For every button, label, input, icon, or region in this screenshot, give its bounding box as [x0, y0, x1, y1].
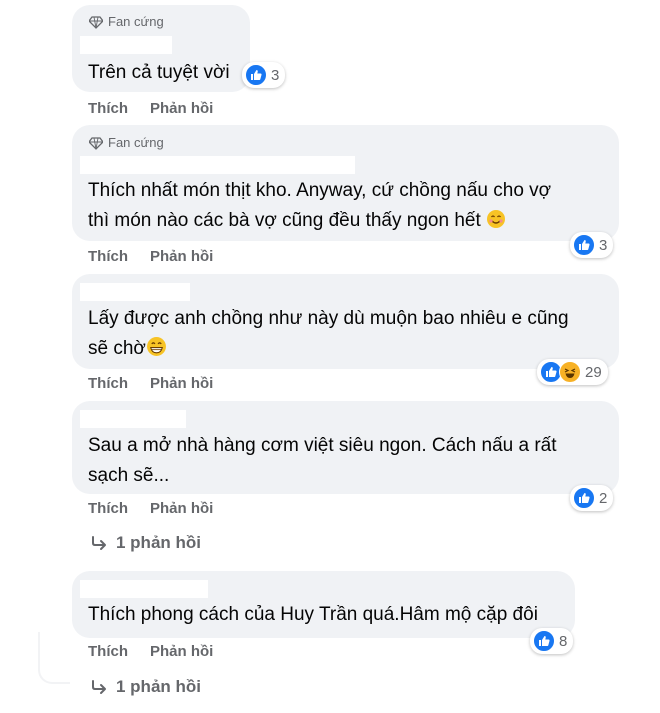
reaction-summary-4[interactable]: 2	[570, 485, 614, 511]
like-button[interactable]: Thích	[88, 100, 128, 117]
comment-text-2-line-2-content: thì món nào các bà vợ cũng đều thấy ngon…	[88, 210, 481, 231]
badge-label: Fan cứng	[108, 135, 164, 150]
reply-button[interactable]: Phản hồi	[150, 100, 213, 117]
replies-count: 1 phản hồi	[116, 677, 201, 696]
thread-connector	[38, 632, 70, 684]
reaction-count: 3	[271, 66, 280, 84]
reply-button[interactable]: Phản hồi	[150, 500, 213, 517]
like-button[interactable]: Thích	[88, 248, 128, 265]
reaction-count: 2	[599, 489, 608, 507]
comment-actions-3: Thích Phản hồi	[88, 375, 213, 392]
comment-text-4-line-2: sạch sẽ...	[88, 465, 170, 486]
reaction-summary-3[interactable]: 29	[537, 359, 608, 385]
comment-actions-5: Thích Phản hồi	[88, 643, 213, 660]
like-button[interactable]: Thích	[88, 643, 128, 660]
view-replies-link-4[interactable]: 1 phản hồi	[90, 533, 201, 553]
reaction-summary-2[interactable]: 3	[570, 232, 614, 258]
reaction-count: 29	[585, 363, 602, 381]
author-name-redacted	[80, 36, 172, 54]
laughing-icon	[559, 361, 581, 383]
badge-label: Fan cứng	[108, 14, 164, 29]
comment-text-3-line-2-content: sẽ chờ	[88, 338, 146, 359]
fan-badge-2: Fan cứng	[89, 135, 164, 150]
comment-text-4-line-1: Sau a mở nhà hàng cơm việt siêu ngon. Cá…	[88, 435, 557, 456]
comment-actions-4: Thích Phản hồi	[88, 500, 213, 517]
smiling-face-icon	[487, 210, 506, 228]
reply-button[interactable]: Phản hồi	[150, 643, 213, 660]
thumbs-up-icon	[573, 487, 595, 509]
thumbs-up-icon	[573, 234, 595, 256]
author-name-redacted	[80, 410, 186, 428]
diamond-icon	[89, 136, 103, 150]
comment-text-3-line-2: sẽ chờ	[88, 334, 167, 364]
fan-badge-1: Fan cứng	[89, 14, 164, 29]
thumbs-up-icon	[533, 630, 555, 652]
author-name-redacted	[80, 283, 190, 301]
diamond-icon	[89, 15, 103, 29]
comment-actions-1: Thích Phản hồi	[88, 100, 213, 117]
like-button[interactable]: Thích	[88, 375, 128, 392]
comment-text-5: Thích phong cách của Huy Trần quá.Hâm mộ…	[88, 604, 538, 625]
grinning-face-icon	[146, 337, 166, 356]
thumbs-up-icon	[245, 64, 267, 86]
reply-button[interactable]: Phản hồi	[150, 248, 213, 265]
comment-text-3-line-1: Lấy được anh chồng như này dù muộn bao n…	[88, 308, 569, 329]
reaction-count: 8	[559, 632, 568, 650]
view-replies-link-5[interactable]: 1 phản hồi	[90, 677, 201, 697]
reply-button[interactable]: Phản hồi	[150, 375, 213, 392]
replies-count: 1 phản hồi	[116, 533, 201, 552]
author-name-redacted	[80, 580, 208, 598]
comment-text-2-line-1: Thích nhất món thịt kho. Anyway, cứ chồn…	[88, 180, 552, 201]
reaction-count: 3	[599, 236, 608, 254]
reply-arrow-icon	[92, 680, 106, 694]
like-button[interactable]: Thích	[88, 500, 128, 517]
reaction-summary-5[interactable]: 8	[530, 628, 574, 654]
comment-actions-2: Thích Phản hồi	[88, 248, 213, 265]
author-name-redacted	[80, 156, 355, 174]
comment-text-1: Trên cả tuyệt vời	[88, 62, 230, 83]
comment-text-2-line-2: thì món nào các bà vợ cũng đều thấy ngon…	[88, 206, 506, 236]
reply-arrow-icon	[92, 536, 106, 550]
reaction-summary-1[interactable]: 3	[242, 62, 286, 88]
